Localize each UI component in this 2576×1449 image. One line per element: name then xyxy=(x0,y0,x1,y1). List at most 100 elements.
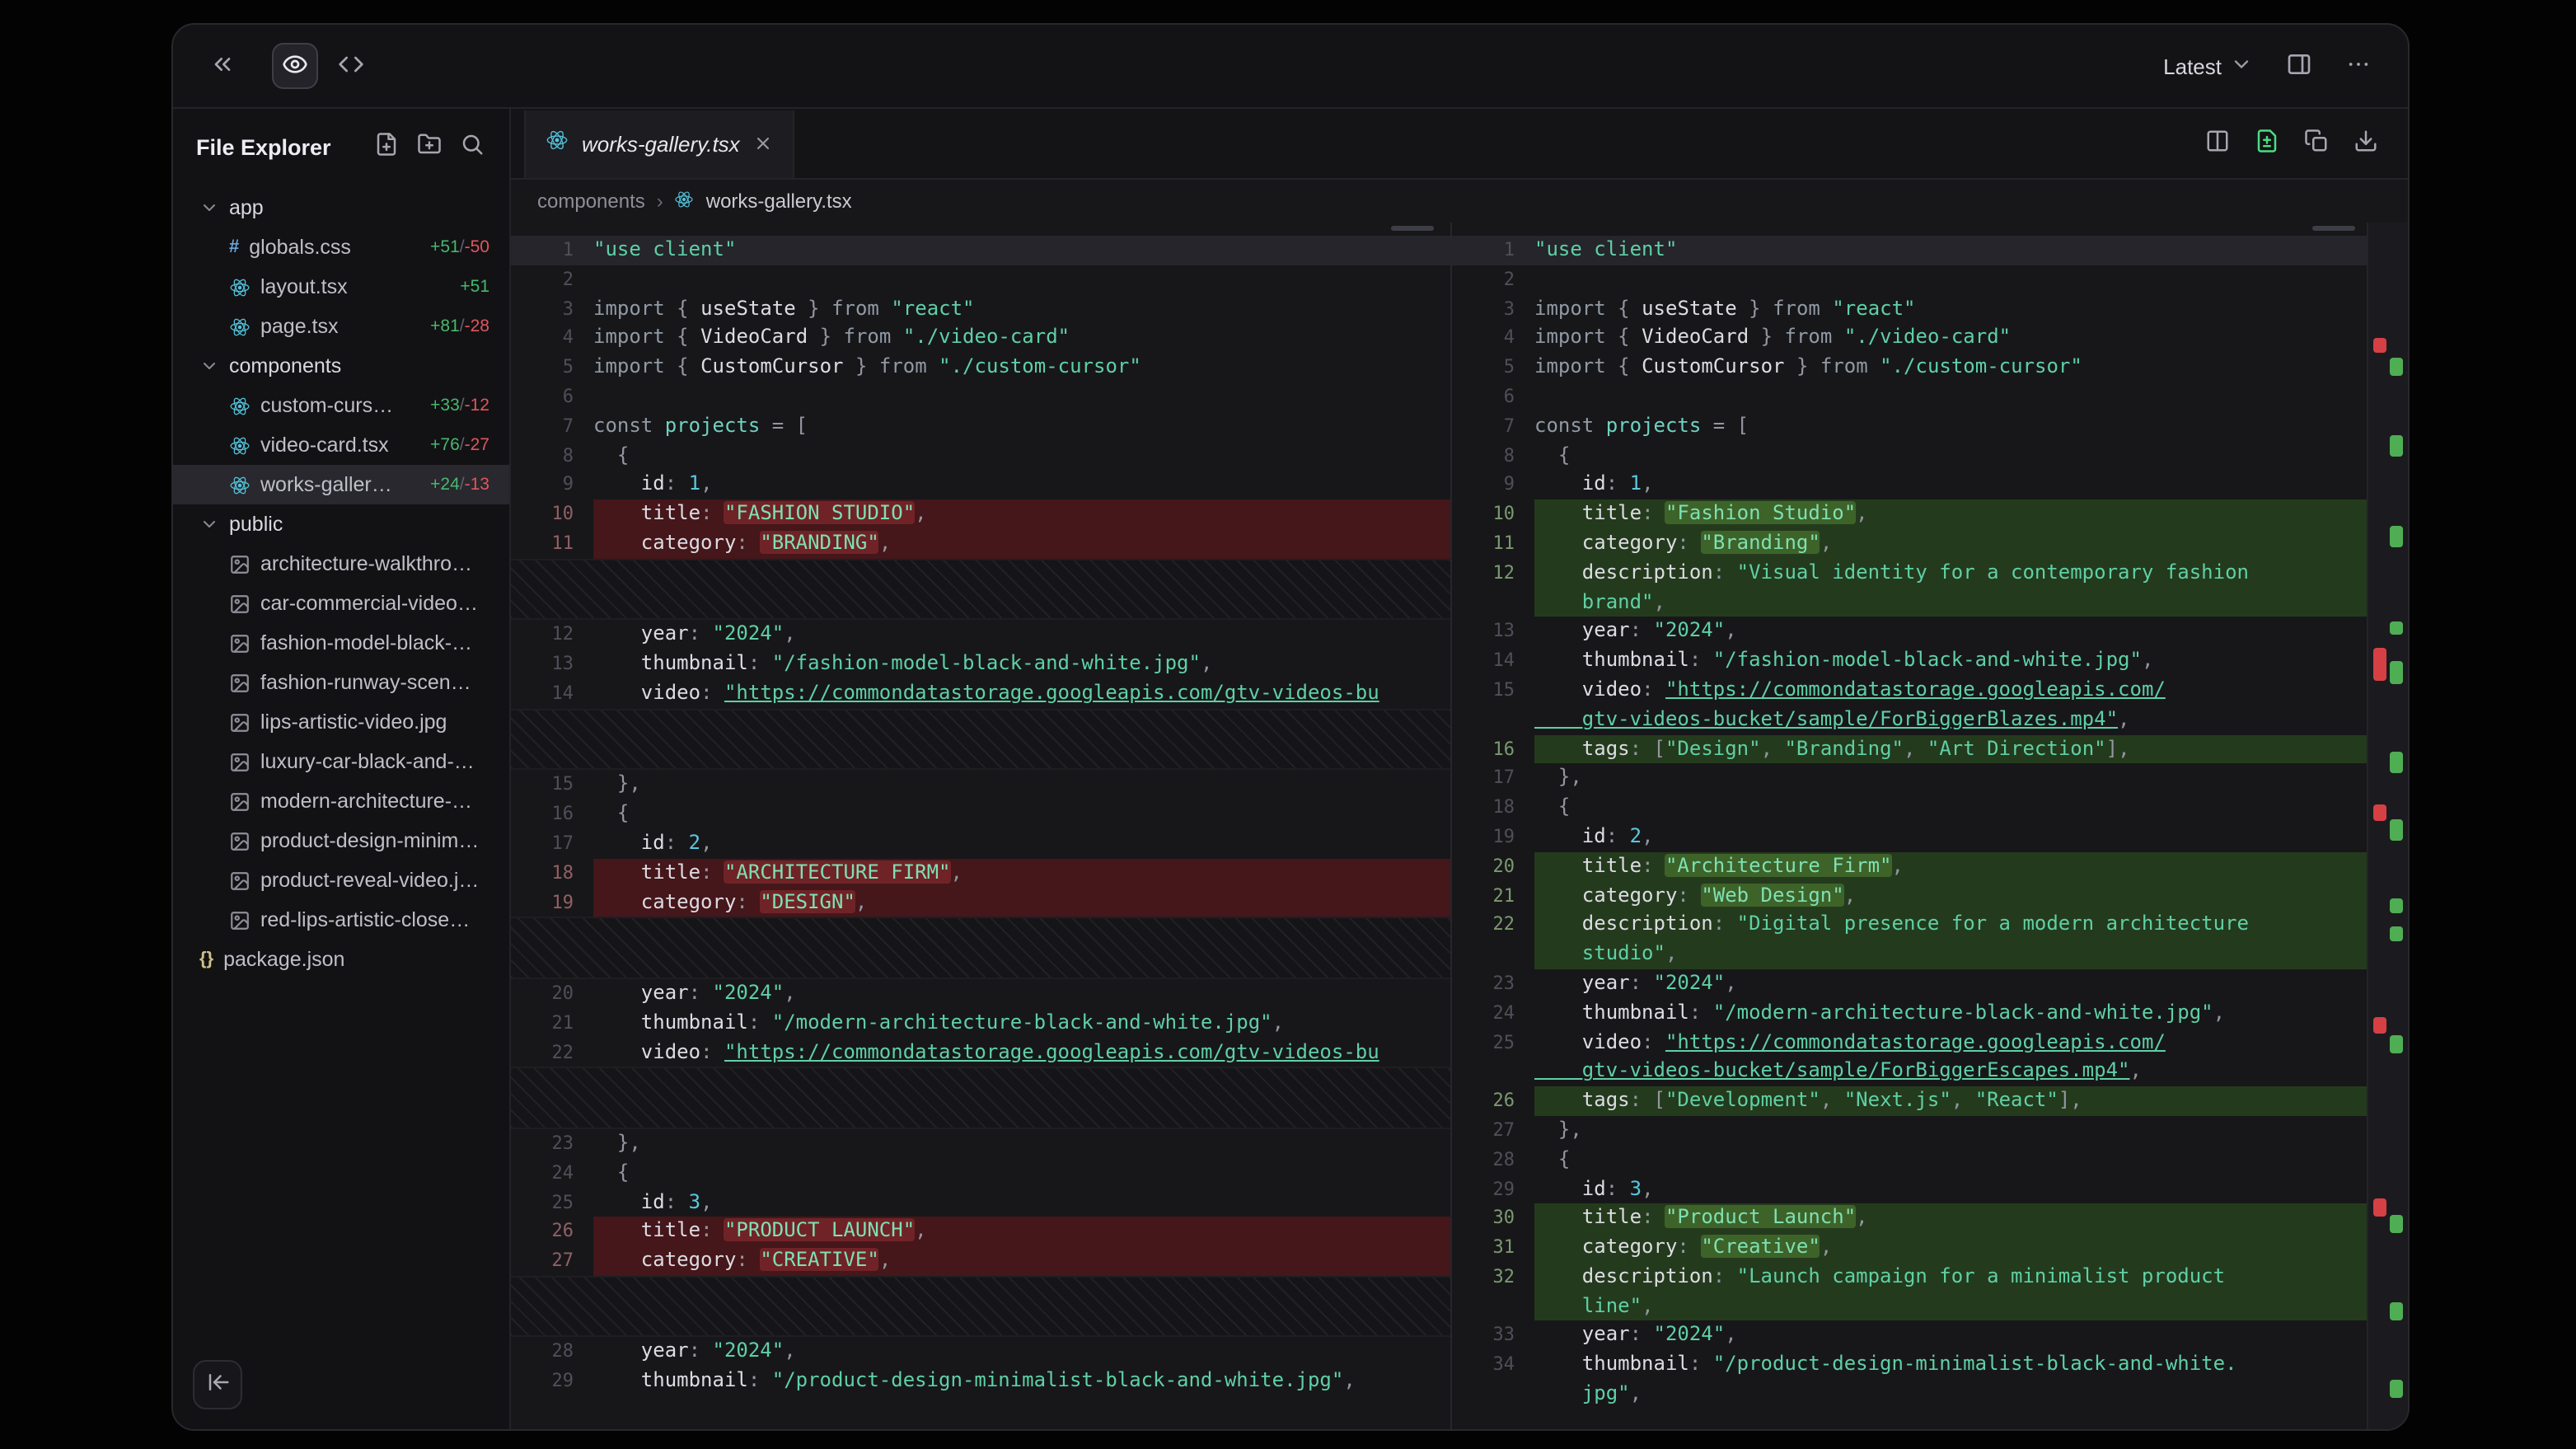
code-line-wrap: gtv-videos-bucket/sample/ForBiggerEscape… xyxy=(1452,1057,2368,1087)
file-item-page.tsx[interactable]: page.tsx+81/-28 xyxy=(173,307,509,346)
diff-pane-old: 1"use client"23import { useState } from … xyxy=(511,223,1452,1429)
react-icon xyxy=(229,316,251,337)
collapse-sidebar-button[interactable] xyxy=(193,1360,242,1409)
folder-item-components[interactable]: components xyxy=(173,346,509,386)
line-number: 26 xyxy=(1452,1086,1534,1116)
folder-plus-icon xyxy=(416,132,441,162)
line-number xyxy=(1452,1380,1534,1409)
line-number: 5 xyxy=(511,353,593,382)
new-folder-button[interactable] xyxy=(410,129,447,165)
file-item-architecture-walkthro[interactable]: architecture-walkthro… xyxy=(173,544,509,584)
code-toggle-button[interactable] xyxy=(328,43,374,89)
split-view-button[interactable] xyxy=(2197,124,2236,163)
download-file-button[interactable] xyxy=(2345,124,2385,163)
search-files-button[interactable] xyxy=(453,129,489,165)
code-text: category: "Branding", xyxy=(1534,529,2368,559)
horizontal-scrollbar-thumb[interactable] xyxy=(1391,226,1434,231)
file-item-custom-curs[interactable]: custom-curs…+33/-12 xyxy=(173,386,509,425)
code-line-old-13: 13 thumbnail: "/fashion-model-black-and-… xyxy=(511,649,1450,679)
line-number: 13 xyxy=(511,649,593,679)
tab-actions xyxy=(2197,124,2385,163)
image-icon xyxy=(229,672,251,693)
file-item-lips-artistic-video.jpg[interactable]: lips-artistic-video.jpg xyxy=(173,702,509,742)
folder-item-public[interactable]: public xyxy=(173,504,509,544)
tab-works-gallery[interactable]: works-gallery.tsx xyxy=(524,110,794,177)
overview-mark-red xyxy=(2373,1018,2386,1034)
file-item-luxury-car-black-and[interactable]: luxury-car-black-and-… xyxy=(173,742,509,781)
image-icon xyxy=(229,553,251,574)
latest-version-dropdown[interactable]: Latest xyxy=(2153,50,2263,82)
code-line-wrap: studio", xyxy=(1452,940,2368,969)
line-number xyxy=(1452,1292,1534,1321)
line-number: 29 xyxy=(1452,1175,1534,1204)
code-line-new-25: 25 video: "https://commondatastorage.goo… xyxy=(1452,1028,2368,1057)
layout-panel-button[interactable] xyxy=(2276,43,2322,89)
diff-view-button[interactable] xyxy=(2246,124,2286,163)
code-line-old-8: 8 { xyxy=(511,441,1450,471)
file-item-works-galler[interactable]: works-galler…+24/-13 xyxy=(173,465,509,504)
code-text: { xyxy=(1534,793,2368,823)
file-item-video-card.tsx[interactable]: video-card.tsx+76/-27 xyxy=(173,425,509,465)
tab-close-icon[interactable] xyxy=(753,134,773,153)
horizontal-scrollbar-thumb[interactable] xyxy=(2312,226,2355,231)
image-icon xyxy=(229,751,251,772)
code-line-new-11: 11 category: "Branding", xyxy=(1452,529,2368,559)
code-icon xyxy=(338,50,364,82)
folder-item-app[interactable]: app xyxy=(173,188,509,227)
file-item-product-reveal-video.j[interactable]: product-reveal-video.j… xyxy=(173,860,509,900)
line-number: 14 xyxy=(511,679,593,709)
line-number: 22 xyxy=(511,1038,593,1067)
new-file-button[interactable] xyxy=(368,129,404,165)
line-number: 15 xyxy=(1452,676,1534,706)
copy-file-button[interactable] xyxy=(2296,124,2335,163)
file-item-fashion-model-black[interactable]: fashion-model-black-… xyxy=(173,623,509,663)
code-line-new-3: 3import { useState } from "react" xyxy=(1452,294,2368,324)
tab-bar: works-gallery.tsx xyxy=(511,109,2408,180)
code-line-old-26: 26 title: "PRODUCT LAUNCH", xyxy=(511,1217,1450,1247)
line-number: 15 xyxy=(511,771,593,800)
image-icon xyxy=(229,830,251,851)
file-item-fashion-runway-scen[interactable]: fashion-runway-scen… xyxy=(173,663,509,702)
diff-overview-ruler[interactable] xyxy=(2367,223,2408,1429)
code-rows-old: 1"use client"23import { useState } from … xyxy=(511,223,1450,1396)
code-line-old-28: 28 year: "2024", xyxy=(511,1338,1450,1367)
line-number: 28 xyxy=(511,1338,593,1367)
app-window: Latest File Explorer app#globals.css+51 xyxy=(171,23,2410,1431)
code-text: import { CustomCursor } from "./custom-c… xyxy=(593,353,1450,382)
react-icon xyxy=(229,276,251,298)
line-number: 2 xyxy=(1452,265,1534,295)
line-number: 28 xyxy=(1452,1145,1534,1175)
collapse-panels-button[interactable] xyxy=(199,43,246,89)
code-line-old-4: 4import { VideoCard } from "./video-card… xyxy=(511,324,1450,354)
file-item-package.json[interactable]: {}package.json xyxy=(173,940,509,979)
breadcrumb-folder[interactable]: components xyxy=(537,190,645,213)
line-number: 30 xyxy=(1452,1204,1534,1234)
line-number: 3 xyxy=(511,294,593,324)
overview-mark-green xyxy=(2390,662,2403,685)
code-line-old-11: 11 category: "BRANDING", xyxy=(511,529,1450,559)
file-item-layout.tsx[interactable]: layout.tsx+51 xyxy=(173,267,509,307)
file-name: product-design-minim… xyxy=(260,829,489,852)
image-icon xyxy=(229,909,251,931)
file-item-car-commercial-video[interactable]: car-commercial-video… xyxy=(173,584,509,623)
preview-toggle-button[interactable] xyxy=(272,43,318,89)
code-line-new-23: 23 year: "2024", xyxy=(1452,969,2368,999)
diff-pane-new: 1"use client"23import { useState } from … xyxy=(1452,223,2408,1429)
file-item-product-design-minim[interactable]: product-design-minim… xyxy=(173,821,509,860)
file-name: luxury-car-black-and-… xyxy=(260,750,489,773)
line-number: 33 xyxy=(1452,1321,1534,1351)
file-name: page.tsx xyxy=(260,315,420,338)
code-text: thumbnail: "/product-design-minimalist-b… xyxy=(593,1367,1450,1397)
file-item-modern-architecture[interactable]: modern-architecture-… xyxy=(173,781,509,821)
more-options-button[interactable] xyxy=(2335,43,2382,89)
code-line-new-18: 18 { xyxy=(1452,793,2368,823)
code-text: year: "2024", xyxy=(593,621,1450,650)
line-number: 4 xyxy=(511,324,593,354)
file-item-red-lips-artistic-close[interactable]: red-lips-artistic-close… xyxy=(173,900,509,940)
line-number: 12 xyxy=(511,621,593,650)
file-item-globals.css[interactable]: #globals.css+51/-50 xyxy=(173,227,509,267)
line-number: 16 xyxy=(511,800,593,829)
line-number: 19 xyxy=(511,888,593,917)
line-number: 26 xyxy=(511,1217,593,1247)
image-icon xyxy=(229,593,251,614)
